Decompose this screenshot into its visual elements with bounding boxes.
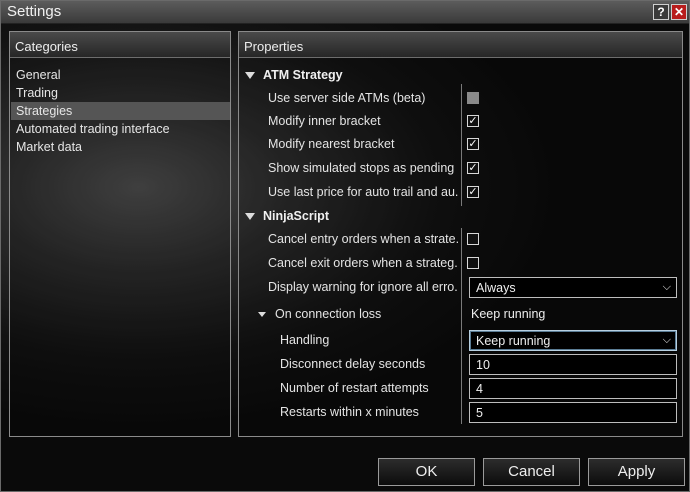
cancel-entry-orders-label: Cancel entry orders when a strate... <box>268 232 458 246</box>
display-warning-value: Always <box>476 281 516 295</box>
categories-panel: Categories General Trading Strategies Au… <box>9 31 231 437</box>
on-connection-loss-row[interactable]: On connection loss Keep running <box>239 303 682 326</box>
category-market-data[interactable]: Market data <box>11 138 230 156</box>
chevron-down-icon: ⌵ <box>662 281 671 293</box>
show-simulated-stops-checkbox[interactable]: ✓ <box>467 162 479 174</box>
settings-window: Settings ? ✕ Categories General Trading … <box>0 0 690 492</box>
category-trading[interactable]: Trading <box>11 84 230 102</box>
category-automated-trading-interface[interactable]: Automated trading interface <box>11 120 230 138</box>
property-row: Use server side ATMs (beta) <box>239 87 682 110</box>
atm-strategy-section[interactable]: ATM Strategy <box>239 64 682 87</box>
property-row: Use last price for auto trail and au... … <box>239 181 682 204</box>
cancel-exit-orders-label: Cancel exit orders when a strateg... <box>268 256 458 270</box>
property-row: Handling Keep running ⌵ <box>239 329 682 352</box>
restart-attempts-label: Number of restart attempts <box>280 381 429 395</box>
properties-header: Properties <box>239 32 682 58</box>
modify-inner-bracket-label: Modify inner bracket <box>268 114 381 128</box>
collapse-arrow-icon[interactable] <box>245 72 255 79</box>
on-connection-loss-value: Keep running <box>471 307 546 321</box>
use-last-price-label: Use last price for auto trail and au... <box>268 185 458 199</box>
property-row: Cancel exit orders when a strateg... <box>239 252 682 275</box>
show-simulated-stops-label: Show simulated stops as pending <box>268 161 455 175</box>
apply-button[interactable]: Apply <box>588 458 685 486</box>
window-title: Settings <box>7 3 62 20</box>
cancel-exit-orders-checkbox[interactable] <box>467 257 479 269</box>
collapse-arrow-icon[interactable] <box>245 213 255 220</box>
help-button[interactable]: ? <box>653 4 669 20</box>
property-row: Show simulated stops as pending ✓ <box>239 157 682 180</box>
modify-nearest-bracket-label: Modify nearest bracket <box>268 137 395 151</box>
modify-inner-bracket-checkbox[interactable]: ✓ <box>467 115 479 127</box>
property-row: Disconnect delay seconds 10 <box>239 353 682 376</box>
atm-strategy-title: ATM Strategy <box>263 68 343 82</box>
use-server-side-atms-checkbox <box>467 92 479 104</box>
property-row: Modify nearest bracket ✓ <box>239 133 682 156</box>
property-row: Restarts within x minutes 5 <box>239 401 682 424</box>
cancel-entry-orders-checkbox[interactable] <box>467 233 479 245</box>
modify-nearest-bracket-checkbox[interactable]: ✓ <box>467 138 479 150</box>
close-button[interactable]: ✕ <box>671 4 687 20</box>
ninjascript-section[interactable]: NinjaScript <box>239 205 682 228</box>
categories-header: Categories <box>10 32 230 58</box>
disconnect-delay-input[interactable]: 10 <box>469 354 677 375</box>
ninjascript-title: NinjaScript <box>263 209 329 223</box>
use-last-price-checkbox[interactable]: ✓ <box>467 186 479 198</box>
handling-value: Keep running <box>476 334 551 348</box>
title-bar[interactable]: Settings ? ✕ <box>1 1 689 24</box>
property-row: Number of restart attempts 4 <box>239 377 682 400</box>
ok-button[interactable]: OK <box>378 458 475 486</box>
display-warning-label: Display warning for ignore all erro... <box>268 280 458 294</box>
handling-dropdown[interactable]: Keep running ⌵ <box>469 330 677 351</box>
cancel-button[interactable]: Cancel <box>483 458 580 486</box>
handling-label: Handling <box>280 333 330 347</box>
collapse-arrow-icon[interactable] <box>258 312 266 317</box>
property-row: Modify inner bracket ✓ <box>239 110 682 133</box>
disconnect-delay-label: Disconnect delay seconds <box>280 357 426 371</box>
restarts-within-input[interactable]: 5 <box>469 402 677 423</box>
restarts-within-label: Restarts within x minutes <box>280 405 419 419</box>
properties-panel: Properties ATM Strategy Use server side … <box>238 31 683 437</box>
display-warning-dropdown[interactable]: Always ⌵ <box>469 277 677 298</box>
chevron-down-icon: ⌵ <box>662 334 671 346</box>
property-row: Cancel entry orders when a strate... <box>239 228 682 251</box>
category-general[interactable]: General <box>11 66 230 84</box>
use-server-side-atms-label: Use server side ATMs (beta) <box>268 91 426 105</box>
restart-attempts-input[interactable]: 4 <box>469 378 677 399</box>
property-row: Display warning for ignore all erro... A… <box>239 276 682 299</box>
on-connection-loss-label: On connection loss <box>275 307 382 321</box>
category-strategies[interactable]: Strategies <box>11 102 230 120</box>
